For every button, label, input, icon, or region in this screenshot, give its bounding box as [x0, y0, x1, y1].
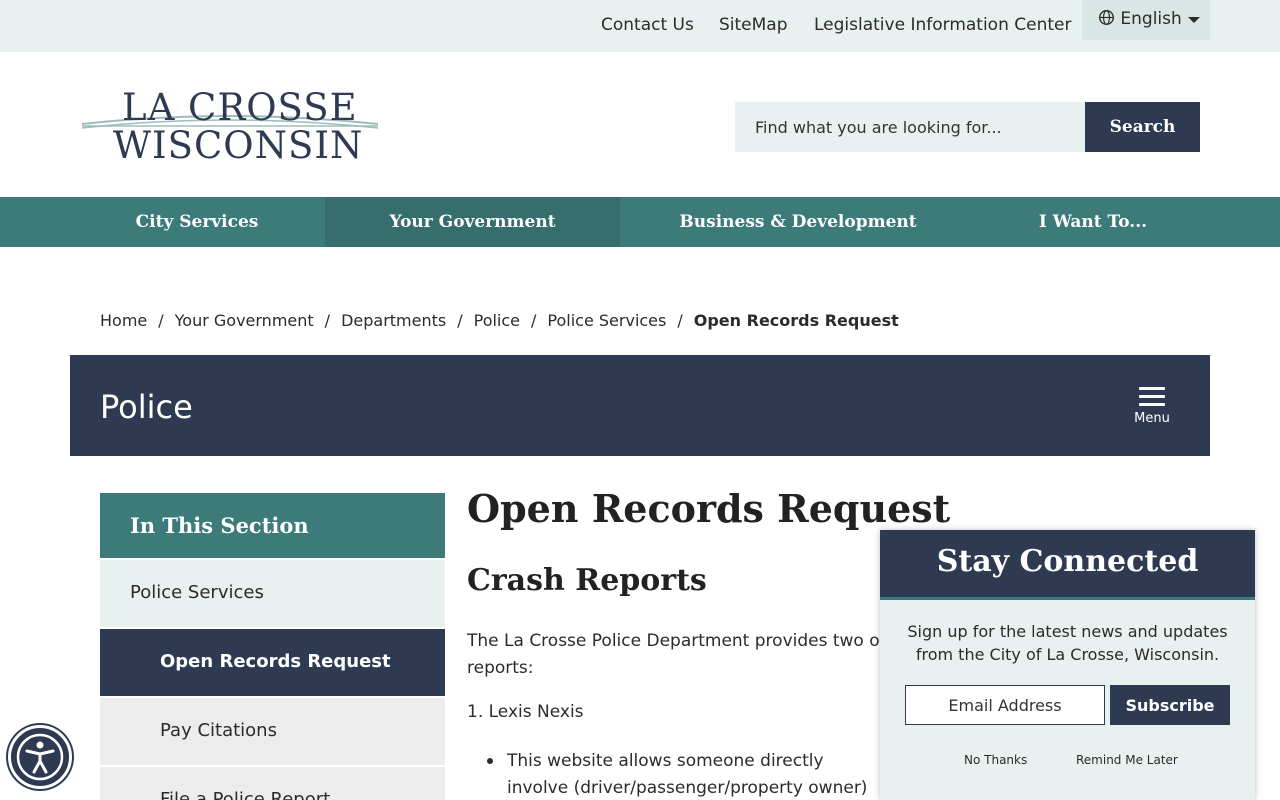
department-menu-button[interactable]: Menu: [1128, 387, 1176, 431]
sidebar-item-file-police-report[interactable]: File a Police Report: [100, 767, 445, 800]
sidebar-item-open-records-request[interactable]: Open Records Request: [100, 629, 445, 696]
intro-paragraph: The La Crosse Police Department provides…: [467, 631, 887, 678]
breadcrumb: Home / Your Government / Departments / Police /…: [100, 311, 899, 330]
stay-connected-popup: Stay Connected Sign up for the latest ne…: [880, 530, 1255, 800]
page-title: Open Records Request: [467, 486, 951, 531]
site-logo[interactable]: LA CROSSE WISCONSIN: [80, 86, 385, 167]
legislative-info-link[interactable]: Legislative Information Center: [814, 15, 1071, 35]
bullet-item: This website allows someone directly inv…: [487, 748, 887, 800]
breadcrumb-current: Open Records Request: [693, 311, 899, 330]
logo-text-wisconsin: WISCONSIN: [113, 124, 364, 167]
sidebar-item-pay-citations[interactable]: Pay Citations: [100, 698, 445, 765]
language-selector[interactable]: English: [1082, 0, 1210, 40]
breadcrumb-separator: /: [677, 311, 683, 330]
menu-label: Menu: [1134, 411, 1170, 426]
breadcrumb-police-services[interactable]: Police Services: [547, 311, 666, 330]
sidebar-heading: In This Section: [100, 493, 445, 558]
accessibility-button[interactable]: [8, 725, 72, 789]
contact-us-link[interactable]: Contact Us: [601, 15, 694, 35]
nav-i-want-to[interactable]: I Want To...: [976, 197, 1210, 247]
search-input[interactable]: [735, 102, 1085, 152]
subscribe-button[interactable]: Subscribe: [1110, 685, 1230, 725]
popup-description: Sign up for the latest news and updates …: [907, 622, 1228, 664]
department-title: Police: [100, 388, 193, 426]
breadcrumb-police[interactable]: Police: [474, 311, 520, 330]
section-heading: Crash Reports: [467, 563, 707, 598]
remind-later-link[interactable]: Remind Me Later: [1076, 753, 1178, 767]
nav-your-government[interactable]: Your Government: [325, 197, 620, 247]
breadcrumb-departments[interactable]: Departments: [341, 311, 446, 330]
language-label: English: [1120, 9, 1182, 29]
sitemap-link[interactable]: SiteMap: [719, 15, 788, 35]
list-item: 1. Lexis Nexis: [467, 702, 584, 722]
breadcrumb-home[interactable]: Home: [100, 311, 147, 330]
nav-business-development[interactable]: Business & Development: [620, 197, 976, 247]
accessibility-icon: [16, 733, 64, 781]
sidebar-item-police-services[interactable]: Police Services: [100, 560, 445, 627]
breadcrumb-separator: /: [531, 311, 537, 330]
logo-text-la-crosse: LA CROSSE: [122, 86, 358, 129]
chevron-down-icon: [1188, 17, 1200, 23]
nav-city-services[interactable]: City Services: [70, 197, 324, 247]
popup-title: Stay Connected: [880, 530, 1255, 600]
department-banner: Police Menu: [70, 355, 1210, 456]
hamburger-icon: [1128, 387, 1176, 406]
no-thanks-link[interactable]: No Thanks: [964, 753, 1027, 767]
breadcrumb-separator: /: [158, 311, 164, 330]
globe-icon: [1099, 10, 1114, 25]
breadcrumb-your-government[interactable]: Your Government: [175, 311, 314, 330]
email-field[interactable]: [905, 685, 1105, 725]
utility-bar: Contact Us SiteMap Legislative Informati…: [0, 0, 1280, 52]
breadcrumb-separator: /: [457, 311, 463, 330]
main-navigation: City Services Your Government Business &…: [0, 197, 1280, 247]
breadcrumb-separator: /: [324, 311, 331, 330]
search-button[interactable]: Search: [1085, 102, 1200, 152]
